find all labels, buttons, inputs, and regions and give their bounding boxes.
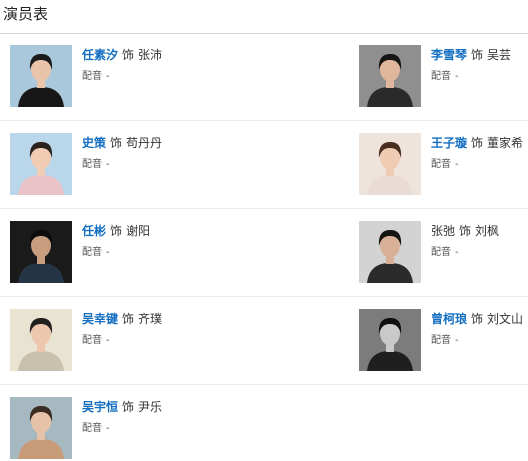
role-name: 刘文山 bbox=[487, 312, 524, 326]
dub-value: - bbox=[455, 159, 459, 170]
actor-photo[interactable] bbox=[359, 133, 421, 195]
actor-name-link[interactable]: 吴幸键 bbox=[82, 312, 118, 326]
dub-label: 配音 bbox=[82, 423, 102, 434]
cast-card[interactable]: 李雪琴饰吴芸配音 - bbox=[359, 45, 528, 107]
cast-card[interactable]: 吴宇恒饰尹乐配音 - bbox=[10, 397, 180, 459]
as-separator: 饰 bbox=[122, 48, 135, 62]
cast-credit: 吴幸键饰齐璞 bbox=[82, 311, 162, 327]
actor-photo[interactable] bbox=[10, 221, 72, 283]
dub-label: 配音 bbox=[82, 159, 102, 170]
dub-label: 配音 bbox=[431, 335, 451, 346]
actor-name-link[interactable]: 任素汐 bbox=[82, 48, 118, 62]
cast-card[interactable]: 史策饰苟丹丹配音 - bbox=[10, 133, 180, 195]
page-title: 演员表 bbox=[3, 5, 49, 23]
actor-photo-icon bbox=[359, 133, 421, 195]
cast-card[interactable]: 任素汐饰张沛配音 - bbox=[10, 45, 180, 107]
as-separator: 饰 bbox=[122, 312, 135, 326]
actor-name-link[interactable]: 吴宇恒 bbox=[82, 400, 118, 414]
cast-card[interactable]: 王子璇饰董家希配音 - bbox=[359, 133, 528, 195]
actor-photo[interactable] bbox=[10, 397, 72, 459]
row-divider bbox=[0, 384, 528, 385]
dub-value: - bbox=[106, 423, 110, 434]
role-name: 张沛 bbox=[138, 48, 163, 62]
cast-card[interactable]: 任彬饰谢阳配音 - bbox=[10, 221, 180, 283]
as-separator: 饰 bbox=[110, 136, 123, 150]
cast-credit: 史策饰苟丹丹 bbox=[82, 135, 162, 151]
as-separator: 饰 bbox=[471, 136, 484, 150]
dub-value: - bbox=[106, 335, 110, 346]
dub-value: - bbox=[455, 335, 459, 346]
dub-info: 配音 - bbox=[82, 71, 110, 83]
actor-photo[interactable] bbox=[10, 309, 72, 371]
dub-label: 配音 bbox=[82, 335, 102, 346]
as-separator: 饰 bbox=[110, 224, 123, 238]
dub-value: - bbox=[106, 71, 110, 82]
dub-label: 配音 bbox=[431, 159, 451, 170]
row-divider bbox=[0, 296, 528, 297]
as-separator: 饰 bbox=[122, 400, 135, 414]
dub-info: 配音 - bbox=[82, 423, 110, 435]
role-name: 董家希 bbox=[487, 136, 524, 150]
cast-credit: 张弛饰刘枫 bbox=[431, 223, 499, 239]
cast-card[interactable]: 张弛饰刘枫配音 - bbox=[359, 221, 528, 283]
as-separator: 饰 bbox=[459, 224, 472, 238]
role-name: 齐璞 bbox=[138, 312, 163, 326]
actor-photo[interactable] bbox=[10, 133, 72, 195]
dub-label: 配音 bbox=[82, 71, 102, 82]
actor-photo[interactable] bbox=[359, 309, 421, 371]
actor-photo-icon bbox=[10, 133, 72, 195]
dub-info: 配音 - bbox=[431, 71, 459, 83]
row-divider bbox=[0, 120, 528, 121]
actor-photo[interactable] bbox=[10, 45, 72, 107]
cast-credit: 吴宇恒饰尹乐 bbox=[82, 399, 162, 415]
actor-photo-icon bbox=[359, 221, 421, 283]
actor-name-link: 张弛 bbox=[431, 224, 456, 238]
actor-name-link[interactable]: 王子璇 bbox=[431, 136, 467, 150]
cast-credit: 任素汐饰张沛 bbox=[82, 47, 162, 63]
role-name: 苟丹丹 bbox=[126, 136, 163, 150]
actor-photo-icon bbox=[359, 309, 421, 371]
dub-value: - bbox=[455, 247, 459, 258]
cast-credit: 李雪琴饰吴芸 bbox=[431, 47, 511, 63]
actor-photo-icon bbox=[10, 45, 72, 107]
actor-photo[interactable] bbox=[359, 221, 421, 283]
role-name: 吴芸 bbox=[487, 48, 512, 62]
dub-value: - bbox=[106, 159, 110, 170]
dub-label: 配音 bbox=[82, 247, 102, 258]
dub-label: 配音 bbox=[431, 247, 451, 258]
cast-card[interactable]: 曾柯琅饰刘文山配音 - bbox=[359, 309, 528, 371]
dub-info: 配音 - bbox=[82, 247, 110, 259]
dub-value: - bbox=[106, 247, 110, 258]
role-name: 尹乐 bbox=[138, 400, 163, 414]
dub-info: 配音 - bbox=[431, 159, 459, 171]
cast-credit: 任彬饰谢阳 bbox=[82, 223, 150, 239]
actor-photo-icon bbox=[10, 221, 72, 283]
dub-info: 配音 - bbox=[431, 335, 459, 347]
as-separator: 饰 bbox=[471, 48, 484, 62]
role-name: 谢阳 bbox=[126, 224, 151, 238]
actor-name-link[interactable]: 曾柯琅 bbox=[431, 312, 467, 326]
dub-info: 配音 - bbox=[82, 335, 110, 347]
cast-credit: 王子璇饰董家希 bbox=[431, 135, 523, 151]
actor-name-link[interactable]: 史策 bbox=[82, 136, 106, 150]
row-divider bbox=[0, 208, 528, 209]
actor-name-link[interactable]: 李雪琴 bbox=[431, 48, 467, 62]
cast-card[interactable]: 吴幸键饰齐璞配音 - bbox=[10, 309, 180, 371]
dub-value: - bbox=[455, 71, 459, 82]
role-name: 刘枫 bbox=[475, 224, 500, 238]
dub-label: 配音 bbox=[431, 71, 451, 82]
actor-photo-icon bbox=[359, 45, 421, 107]
actor-photo-icon bbox=[10, 397, 72, 459]
actor-name-link[interactable]: 任彬 bbox=[82, 224, 106, 238]
cast-list-header: 演员表 bbox=[0, 0, 528, 34]
dub-info: 配音 - bbox=[431, 247, 459, 259]
actor-photo[interactable] bbox=[359, 45, 421, 107]
dub-info: 配音 - bbox=[82, 159, 110, 171]
actor-photo-icon bbox=[10, 309, 72, 371]
cast-credit: 曾柯琅饰刘文山 bbox=[431, 311, 523, 327]
as-separator: 饰 bbox=[471, 312, 484, 326]
